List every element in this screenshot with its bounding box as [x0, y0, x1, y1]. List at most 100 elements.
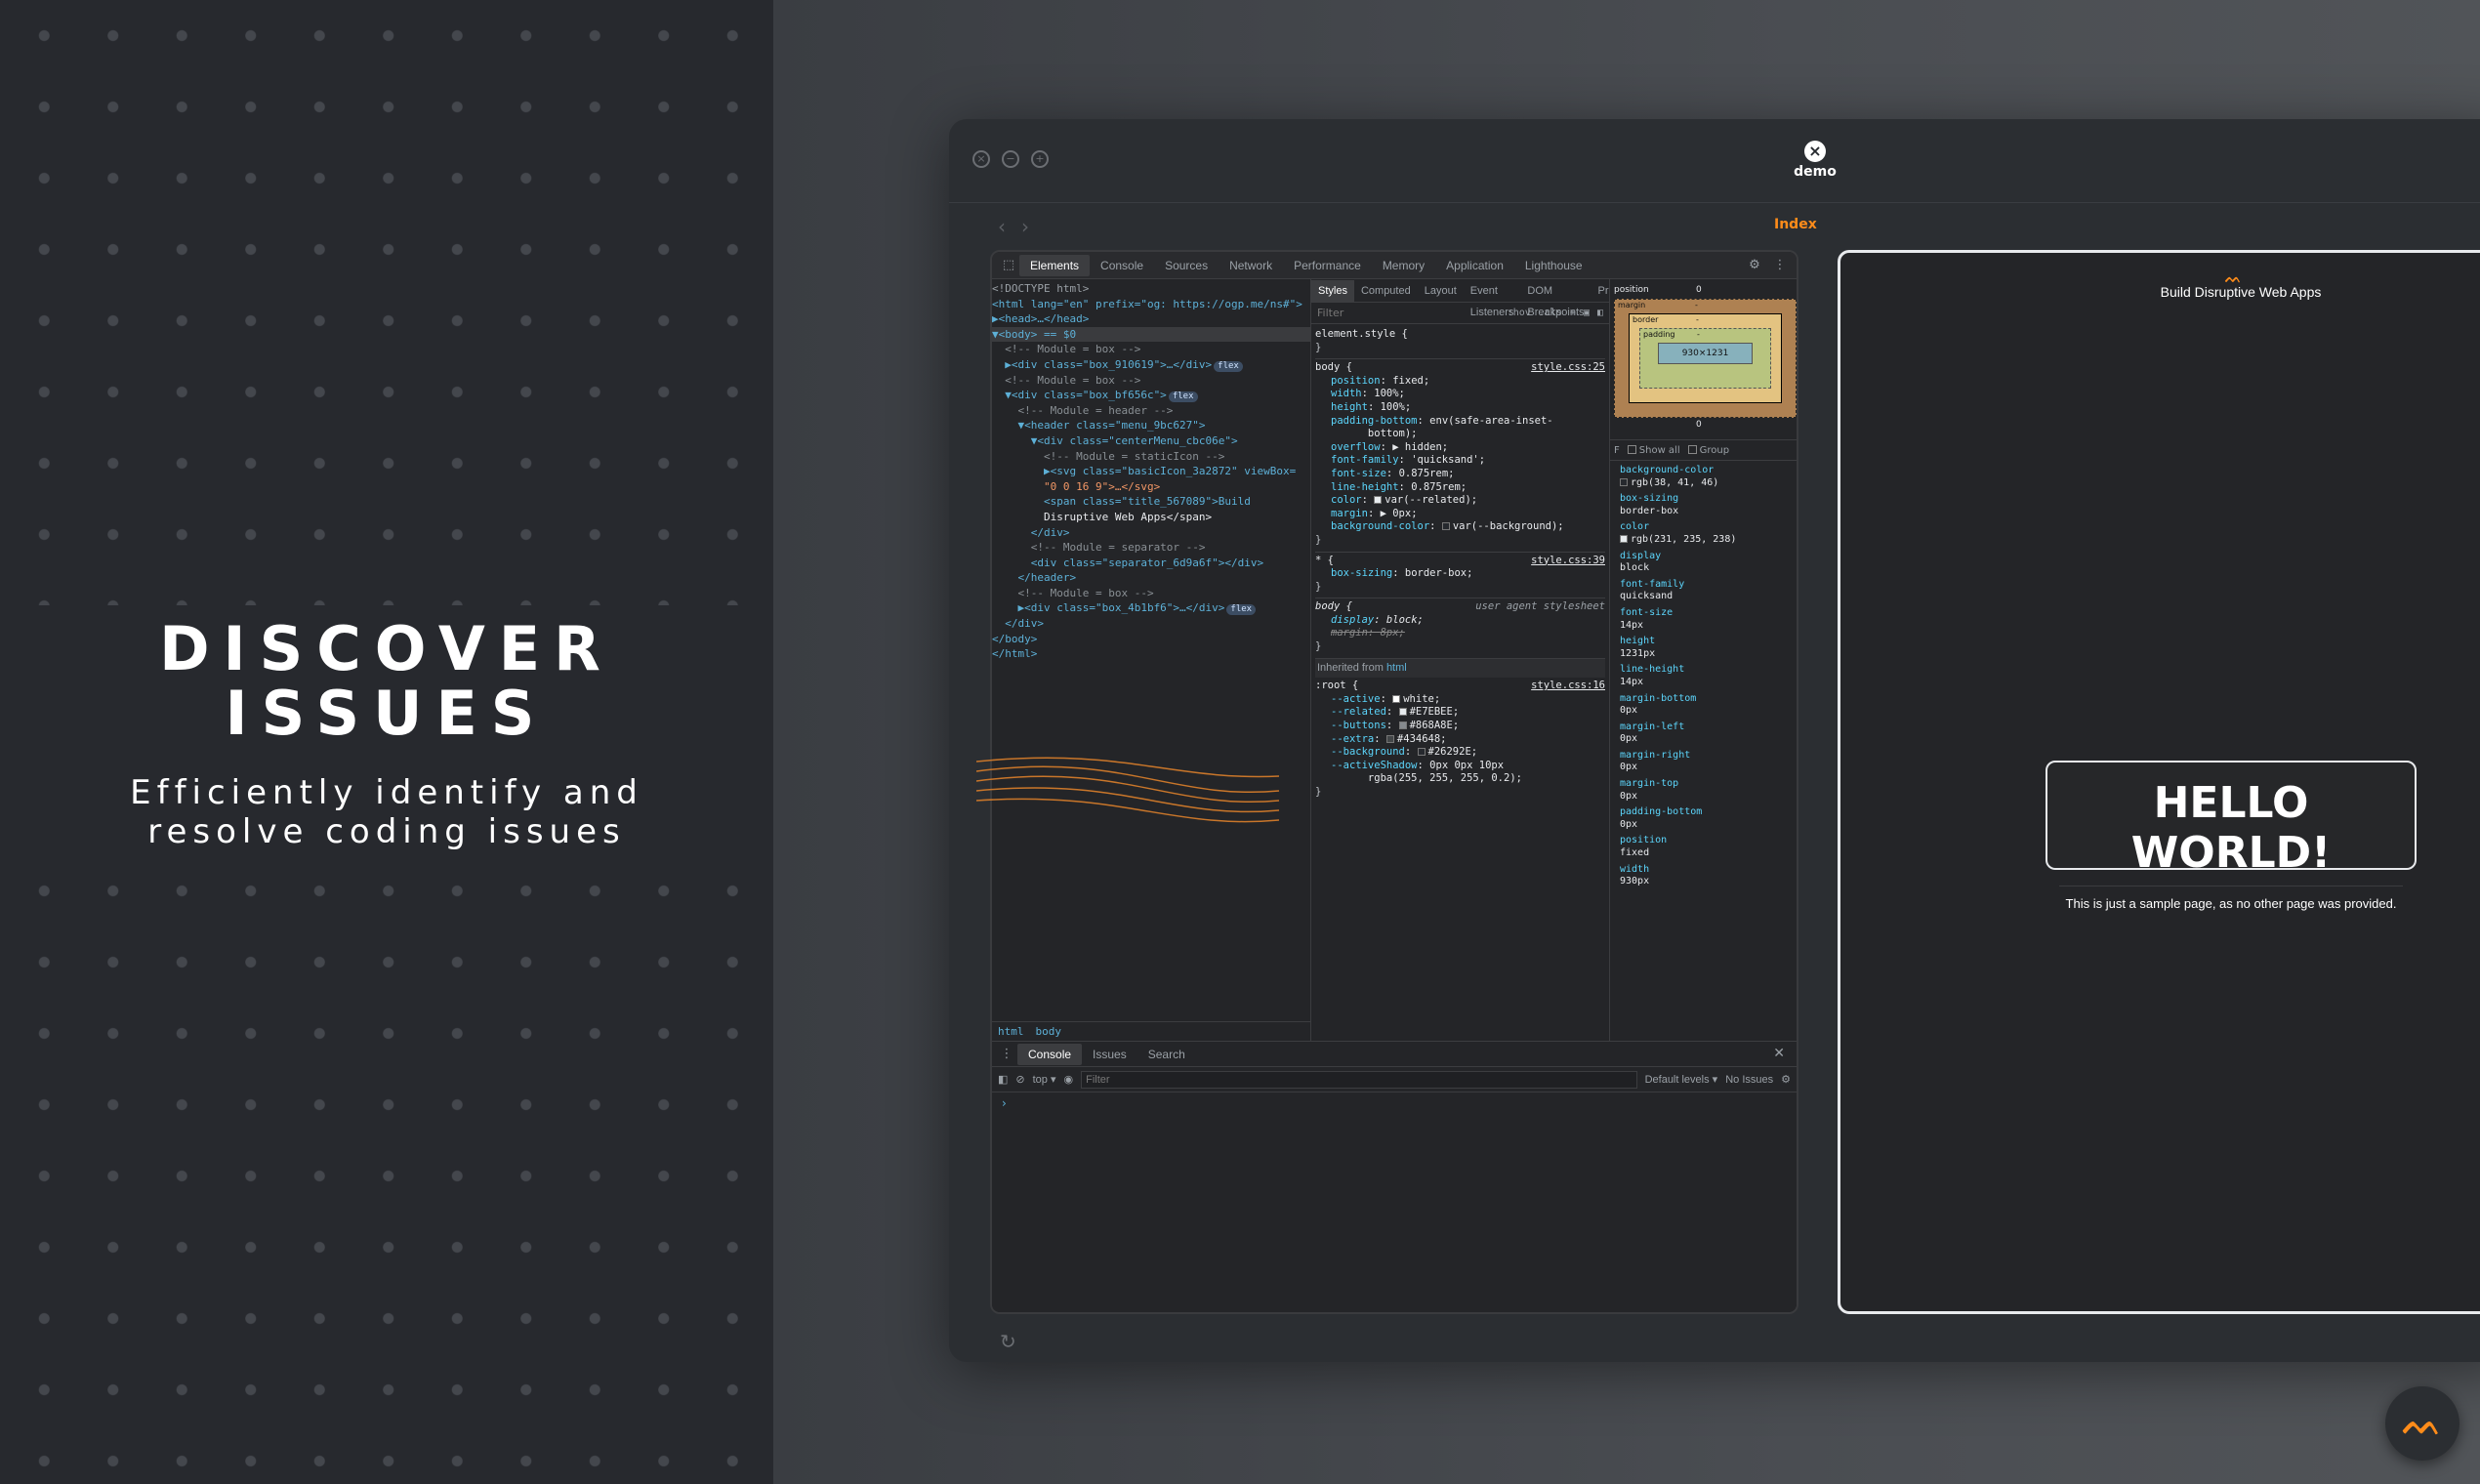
drawer-tab-issues[interactable]: Issues	[1082, 1044, 1137, 1065]
computed-prop[interactable]: margin-top 0px	[1620, 778, 1797, 803]
tab-elements[interactable]: Elements	[1019, 254, 1091, 276]
declaration-overridden[interactable]: margin: 8px;	[1315, 627, 1605, 640]
log-levels-dropdown[interactable]: Default levels ▾	[1645, 1073, 1718, 1086]
computed-prop[interactable]: background-color rgb(38, 41, 46)	[1620, 465, 1797, 489]
computed-prop[interactable]: line-height 14px	[1620, 664, 1797, 688]
dom-line[interactable]: ▶<head>…</head>	[992, 311, 1310, 327]
declaration[interactable]: display: block;	[1315, 614, 1605, 628]
minimize-icon[interactable]: −	[1002, 150, 1019, 168]
tab-application[interactable]: Application	[1435, 255, 1514, 276]
show-all-checkbox[interactable]: Show all	[1627, 445, 1680, 456]
computed-prop[interactable]: padding-bottom 0px	[1620, 806, 1797, 831]
reload-icon[interactable]: ↻	[1000, 1330, 1016, 1353]
hov-toggle[interactable]: :hov	[1508, 308, 1531, 318]
dom-line[interactable]: </div>	[992, 525, 1310, 541]
dom-line[interactable]: <html lang="en" prefix="og: https://ogp.…	[992, 297, 1310, 312]
declaration[interactable]: --related: #E7EBEE;	[1315, 706, 1605, 720]
bm-content[interactable]: 930×1231	[1658, 343, 1753, 364]
tab-computed[interactable]: Computed	[1354, 280, 1418, 302]
eye-icon[interactable]: ◉	[1064, 1073, 1074, 1086]
flex-badge[interactable]: flex	[1168, 392, 1198, 403]
inherited-from-link[interactable]: html	[1386, 662, 1407, 674]
styles-filter-input[interactable]: Filter	[1317, 307, 1343, 319]
tab-event-listeners[interactable]: Event Listeners	[1464, 280, 1521, 318]
dom-line[interactable]: <span class="title_567089">Build	[992, 494, 1310, 510]
declaration[interactable]: position: fixed;	[1315, 375, 1605, 389]
dom-line[interactable]: ▼<div class="centerMenu_cbc06e">	[992, 433, 1310, 449]
tab-sources[interactable]: Sources	[1154, 255, 1219, 276]
gear-icon[interactable]: ⚙	[1744, 255, 1765, 276]
declaration[interactable]: background-color: var(--background);	[1315, 520, 1605, 534]
computed-prop[interactable]: height 1231px	[1620, 636, 1797, 660]
computed-prop[interactable]: font-size 14px	[1620, 607, 1797, 632]
rule-source-link[interactable]: style.css:16	[1531, 680, 1605, 693]
computed-prop[interactable]: position fixed	[1620, 835, 1797, 859]
dom-line[interactable]: <!-- Module = box -->	[992, 342, 1310, 357]
computed-prop[interactable]: color rgb(231, 235, 238)	[1620, 521, 1797, 546]
breadcrumb-body[interactable]: body	[1036, 1022, 1062, 1041]
close-icon[interactable]: ✕	[1773, 1046, 1785, 1061]
brand-fab-button[interactable]: ᨓ	[2385, 1386, 2459, 1461]
declaration[interactable]: box-sizing: border-box;	[1315, 567, 1605, 581]
dom-line[interactable]: ▶<svg class="basicIcon_3a2872" viewBox=	[992, 464, 1310, 479]
color-swatch[interactable]	[1374, 496, 1383, 505]
computed-prop[interactable]: margin-left 0px	[1620, 721, 1797, 746]
declaration[interactable]: overflow: ▶ hidden;	[1315, 441, 1605, 455]
clear-console-icon[interactable]: ⊘	[1015, 1073, 1024, 1086]
issues-button[interactable]: No Issues	[1725, 1074, 1773, 1086]
bm-padding[interactable]: padding - 930×1231	[1639, 328, 1771, 389]
dom-line[interactable]: </html>	[992, 646, 1310, 662]
color-swatch[interactable]	[1392, 694, 1401, 703]
dom-line[interactable]: ▼<div class="box_bf656c"> flex	[992, 388, 1310, 403]
flex-badge[interactable]: flex	[1226, 604, 1257, 616]
declaration[interactable]: font-size: 0.875rem;	[1315, 468, 1605, 481]
bm-border[interactable]: border - padding - 930×1231	[1629, 313, 1782, 403]
chevron-left-icon[interactable]: ‹	[998, 215, 1006, 238]
tab-layout[interactable]: Layout	[1418, 280, 1464, 302]
sidebar-toggle-icon[interactable]: ◧	[1597, 308, 1603, 318]
inspect-element-icon[interactable]: ⬚	[998, 255, 1019, 276]
tab-performance[interactable]: Performance	[1283, 255, 1372, 276]
close-icon[interactable]: ×	[972, 150, 990, 168]
computed-prop[interactable]: margin-right 0px	[1620, 750, 1797, 774]
dom-line[interactable]: ▼<header class="menu_9bc627">	[992, 418, 1310, 433]
color-swatch[interactable]	[1398, 708, 1407, 717]
more-vertical-icon[interactable]: ⋮	[1769, 255, 1791, 276]
tab-network[interactable]: Network	[1219, 255, 1283, 276]
tab-styles[interactable]: Styles	[1311, 279, 1354, 302]
declaration[interactable]: --active: white;	[1315, 693, 1605, 707]
dom-line-selected[interactable]: ▼<body> == $0	[992, 326, 1310, 343]
plus-icon[interactable]: +	[1570, 308, 1576, 318]
declaration[interactable]: line-height: 0.875rem;	[1315, 481, 1605, 495]
dom-line[interactable]: "0 0 16 9">…</svg>	[992, 479, 1310, 495]
dom-line[interactable]: <!DOCTYPE html>	[992, 281, 1310, 297]
dom-line[interactable]: <!-- Module = box -->	[992, 586, 1310, 601]
computed-prop[interactable]: margin-bottom 0px	[1620, 693, 1797, 718]
cls-toggle[interactable]: .cls	[1539, 308, 1562, 318]
computed-prop[interactable]: width 930px	[1620, 864, 1797, 888]
declaration[interactable]: height: 100%;	[1315, 401, 1605, 415]
group-checkbox[interactable]: Group	[1687, 445, 1729, 456]
dom-line[interactable]: ▶<div class="box_910619">…</div> flex	[992, 357, 1310, 373]
sidebar-toggle-icon[interactable]: ◧	[998, 1073, 1008, 1086]
computed-filter-input[interactable]: F	[1614, 445, 1620, 456]
tab-memory[interactable]: Memory	[1372, 255, 1435, 276]
rule-source-link[interactable]: style.css:25	[1531, 361, 1605, 375]
tab-properties[interactable]: Properties	[1591, 280, 1609, 302]
gear-icon[interactable]: ⚙	[1781, 1073, 1791, 1086]
context-selector[interactable]: top ▾	[1033, 1073, 1056, 1086]
maximize-icon[interactable]: +	[1031, 150, 1049, 168]
dom-line[interactable]: <!-- Module = separator -->	[992, 540, 1310, 556]
computed-prop[interactable]: font-family quicksand	[1620, 579, 1797, 603]
more-vertical-icon[interactable]: ⋮	[996, 1044, 1017, 1065]
dom-line[interactable]: </header>	[992, 570, 1310, 586]
dom-line[interactable]: <!-- Module = header -->	[992, 403, 1310, 419]
dom-line[interactable]: <div class="separator_6d9a6f"></div>	[992, 556, 1310, 571]
breadcrumb-html[interactable]: html	[998, 1022, 1024, 1041]
drawer-tab-console[interactable]: Console	[1017, 1043, 1083, 1065]
paint-icon[interactable]: ▣	[1584, 308, 1590, 318]
dom-line[interactable]: </body>	[992, 632, 1310, 647]
drawer-tab-search[interactable]: Search	[1137, 1044, 1196, 1065]
dom-line[interactable]: Disruptive Web Apps</span>	[992, 510, 1310, 525]
declaration[interactable]: padding-bottom: env(safe-area-inset- bot…	[1315, 415, 1605, 441]
